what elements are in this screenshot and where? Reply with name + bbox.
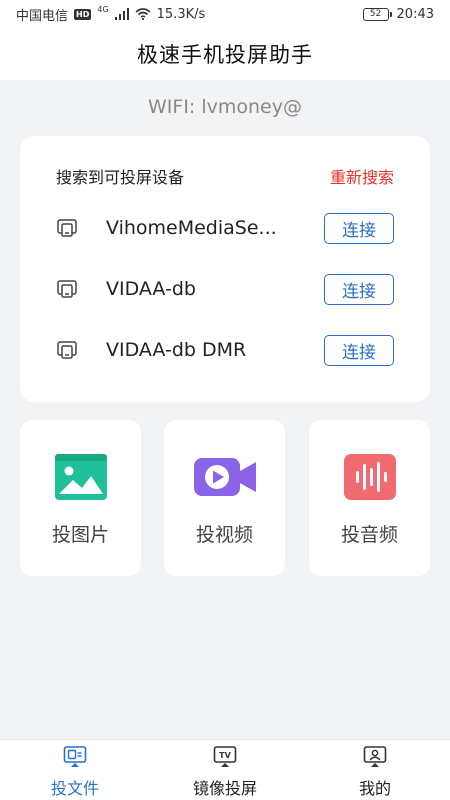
nav-item-cast-file[interactable]: 投文件 <box>0 740 150 800</box>
video-camera-icon <box>193 458 256 496</box>
connect-button[interactable]: 连接 <box>324 212 394 244</box>
card-title: 搜索到可投屏设备 <box>56 168 185 187</box>
network-speed: 15.3K/s <box>156 6 206 22</box>
device-row: VihomeMediaSe... 连接 <box>56 212 394 244</box>
status-left: 中国电信 HD 4G 15.3K/s <box>16 5 205 24</box>
device-name: VIDAA-db DMR <box>106 339 247 361</box>
cast-screen-icon <box>57 219 77 237</box>
rescan-button[interactable]: 重新搜索 <box>330 164 394 188</box>
clock: 20:43 <box>396 6 434 22</box>
device-list-card: 搜索到可投屏设备 重新搜索 VihomeMediaSe... 连接 VIDAA-… <box>20 136 430 402</box>
profile-icon <box>363 746 387 767</box>
wifi-icon <box>135 8 151 20</box>
tile-label: 投视频 <box>195 524 253 546</box>
nav-item-mirror[interactable]: TV 镜像投屏 <box>150 740 300 800</box>
cast-file-icon <box>63 746 87 767</box>
app-header: 极速手机投屏助手 <box>0 28 450 80</box>
status-bar: 中国电信 HD 4G 15.3K/s 52 20:43 <box>0 0 450 28</box>
bottom-nav: 投文件 TV 镜像投屏 我的 <box>0 739 450 800</box>
cast-image-tile[interactable]: 投图片 <box>20 420 141 576</box>
battery-level: 52 <box>369 8 382 19</box>
svg-text:TV: TV <box>219 751 231 760</box>
cast-audio-tile[interactable]: 投音频 <box>309 420 430 576</box>
connect-button[interactable]: 连接 <box>324 273 394 305</box>
status-right: 52 20:43 <box>362 6 434 22</box>
nav-item-profile[interactable]: 我的 <box>300 740 450 800</box>
battery-icon: 52 <box>362 7 392 21</box>
signal-icon <box>114 8 129 20</box>
tv-icon: TV <box>213 746 237 767</box>
nav-label: 我的 <box>358 779 391 798</box>
carrier-label: 中国电信 <box>16 8 69 24</box>
nav-label: 投文件 <box>50 779 99 798</box>
card-header: 搜索到可投屏设备 重新搜索 <box>56 164 394 188</box>
audio-wave-icon <box>343 454 396 500</box>
cast-screen-icon <box>57 341 77 359</box>
wifi-label: WIFI: lvmoney@ <box>148 96 302 118</box>
device-row: VIDAA-db DMR 连接 <box>56 334 394 366</box>
tile-label: 投音频 <box>340 524 398 546</box>
hd-badge: HD <box>74 8 92 20</box>
device-row: VIDAA-db 连接 <box>56 273 394 305</box>
connect-button[interactable]: 连接 <box>324 334 394 366</box>
page-title: 极速手机投屏助手 <box>137 43 313 67</box>
nav-label: 镜像投屏 <box>192 779 257 798</box>
network-type: 4G <box>97 4 109 14</box>
device-name: VihomeMediaSe... <box>106 217 277 239</box>
image-icon <box>54 454 107 500</box>
device-name: VIDAA-db <box>106 278 196 300</box>
cast-screen-icon <box>57 280 77 298</box>
cast-video-tile[interactable]: 投视频 <box>164 420 285 576</box>
tile-label: 投图片 <box>51 524 109 546</box>
